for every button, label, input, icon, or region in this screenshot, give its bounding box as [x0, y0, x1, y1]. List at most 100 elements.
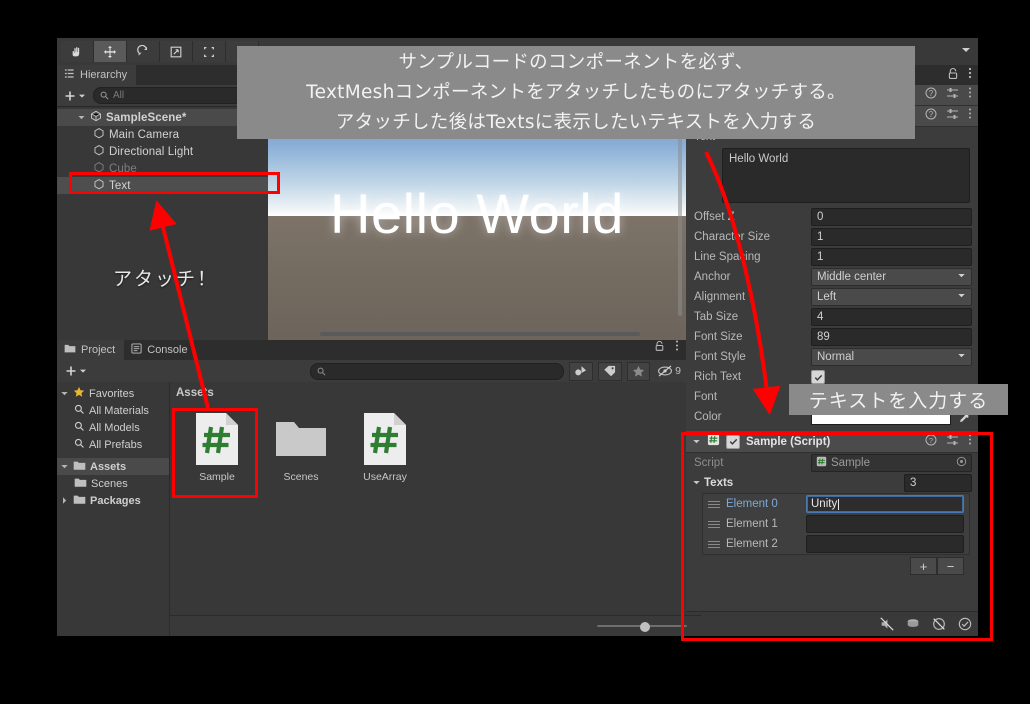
project-tab-label: Project — [81, 344, 116, 356]
chevron-down-icon — [957, 271, 966, 283]
help-icon[interactable]: ? — [925, 86, 937, 104]
asset-zoom-slider[interactable] — [597, 621, 687, 632]
project-tree-label: All Models — [89, 421, 140, 434]
property-label: Rich Text — [694, 371, 742, 383]
project-tree-item-all-prefabs[interactable]: All Prefabs — [57, 436, 169, 453]
gameobject-icon — [93, 127, 105, 142]
property-label: Alignment — [694, 291, 746, 303]
check-icon — [814, 374, 822, 381]
preset-icon[interactable] — [946, 107, 959, 125]
chevron-down-icon[interactable] — [60, 462, 69, 471]
scale-tool-button[interactable] — [160, 41, 193, 62]
asset-name: UseArray — [363, 471, 407, 483]
search-icon — [317, 367, 326, 375]
property-row-font-style: Font Style Normal — [686, 347, 978, 367]
folder-icon — [274, 411, 328, 467]
scene-icon — [90, 110, 102, 125]
filter-by-label-button[interactable] — [598, 361, 622, 381]
preset-icon[interactable] — [946, 86, 959, 104]
hand-tool-button[interactable] — [61, 41, 94, 62]
property-label: Offset Z — [694, 211, 735, 223]
property-label: Font Size — [694, 331, 743, 343]
annotation-attach-label: アタッチ！ — [113, 268, 219, 290]
asset-item-usearray[interactable]: UseArray — [356, 411, 414, 483]
property-input-character-size[interactable]: 1 — [811, 228, 972, 246]
project-tree-item-packages[interactable]: Packages — [57, 492, 169, 509]
property-dropdown-font-style[interactable]: Normal — [811, 348, 972, 366]
project-tree-item-all-materials[interactable]: All Materials — [57, 402, 169, 419]
project-tab-bar: Project Console — [57, 340, 686, 360]
annotation-input-hint: テキストを入力する — [789, 384, 1008, 415]
chevron-down-icon[interactable] — [60, 389, 69, 398]
move-tool-button[interactable] — [94, 41, 127, 62]
project-search-input[interactable] — [310, 362, 565, 380]
hierarchy-item-label: Main Camera — [109, 128, 180, 141]
tab-project[interactable]: Project — [57, 340, 125, 360]
project-tree-label: All Prefabs — [89, 438, 143, 451]
property-row-anchor: Anchor Middle center — [686, 267, 978, 287]
project-breadcrumb: Assets — [170, 382, 686, 403]
chevron-down-icon[interactable] — [77, 113, 86, 122]
asset-item-scenes[interactable]: Scenes — [272, 411, 330, 483]
property-label: Character Size — [694, 231, 771, 243]
svg-text:?: ? — [929, 89, 934, 98]
project-create-button[interactable] — [62, 365, 90, 377]
filter-favorites-button[interactable] — [626, 361, 651, 381]
component-menu-icon[interactable] — [968, 107, 972, 125]
help-icon[interactable]: ? — [925, 107, 937, 125]
rect-tool-button[interactable] — [193, 41, 226, 62]
chevron-right-icon[interactable] — [60, 496, 69, 505]
hidden-objects-count[interactable]: 9 — [655, 365, 681, 377]
text-value-textarea[interactable]: Hello World — [722, 148, 970, 203]
scene-vertical-scrollbar[interactable] — [678, 116, 682, 316]
inspector-menu-icon[interactable] — [968, 66, 972, 85]
project-tree-item-scenes[interactable]: Scenes — [57, 475, 169, 492]
property-row-character-size: Character Size 1 — [686, 227, 978, 247]
hierarchy-search-placeholder: All — [113, 90, 125, 101]
project-tree-item-assets[interactable]: Assets — [57, 458, 169, 475]
dropdown-value: Left — [817, 291, 837, 303]
hierarchy-tab-label: Hierarchy — [80, 69, 128, 81]
project-panel: Project Console 9 Favorites All Material… — [57, 340, 701, 636]
scene-text-mesh-render: Hello World — [330, 181, 624, 245]
csharp-file-icon — [361, 411, 409, 467]
property-input-font-size[interactable]: 89 — [811, 328, 972, 346]
project-status-bar — [170, 615, 701, 636]
highlight-box-sample-script — [681, 432, 993, 641]
property-label: Tab Size — [694, 311, 739, 323]
property-dropdown-alignment[interactable]: Left — [811, 288, 972, 306]
lock-icon[interactable] — [947, 67, 959, 85]
property-input-line-spacing[interactable]: 1 — [811, 248, 972, 266]
rotate-tool-button[interactable] — [127, 41, 160, 62]
property-row-tab-size: Tab Size 4 — [686, 307, 978, 327]
project-menu-icon[interactable] — [675, 339, 679, 357]
component-menu-icon[interactable] — [968, 86, 972, 104]
lock-icon[interactable] — [654, 339, 665, 357]
tab-hierarchy[interactable]: Hierarchy — [57, 65, 137, 85]
dropdown-value: Middle center — [817, 271, 887, 283]
property-row-line-spacing: Line Spacing 1 — [686, 247, 978, 267]
property-input-offset-z[interactable]: 0 — [811, 208, 972, 226]
chevron-down-icon — [957, 351, 966, 363]
property-input-tab-size[interactable]: 4 — [811, 308, 972, 326]
rich-text-checkbox[interactable] — [811, 370, 825, 384]
hierarchy-item-label: Directional Light — [109, 145, 194, 158]
annotation-instruction-overlay: サンプルコードのコンポーネントを必ず、 TextMeshコンポーネントをアタッチ… — [237, 46, 915, 139]
project-tree-item-all-models[interactable]: All Models — [57, 419, 169, 436]
scene-viewport[interactable]: Hello World — [268, 106, 686, 340]
project-tree-item-favorites[interactable]: Favorites — [57, 385, 169, 402]
toolbar-dropdown-arrow[interactable] — [960, 43, 972, 61]
hierarchy-item-directional-light[interactable]: Directional Light — [57, 143, 268, 160]
slider-knob[interactable] — [640, 621, 650, 632]
filter-by-type-button[interactable] — [569, 361, 594, 381]
highlight-box-sample-asset — [172, 408, 258, 498]
project-tree-label: Assets — [90, 460, 127, 473]
property-dropdown-anchor[interactable]: Middle center — [811, 268, 972, 286]
hierarchy-add-button[interactable] — [61, 90, 89, 102]
search-icon — [100, 91, 109, 100]
gameobject-icon — [93, 144, 105, 159]
scene-horizontal-scrollbar[interactable] — [320, 332, 640, 336]
tab-console[interactable]: Console — [124, 340, 196, 360]
text-value: Hello World — [729, 153, 789, 165]
folder-icon — [73, 460, 86, 474]
